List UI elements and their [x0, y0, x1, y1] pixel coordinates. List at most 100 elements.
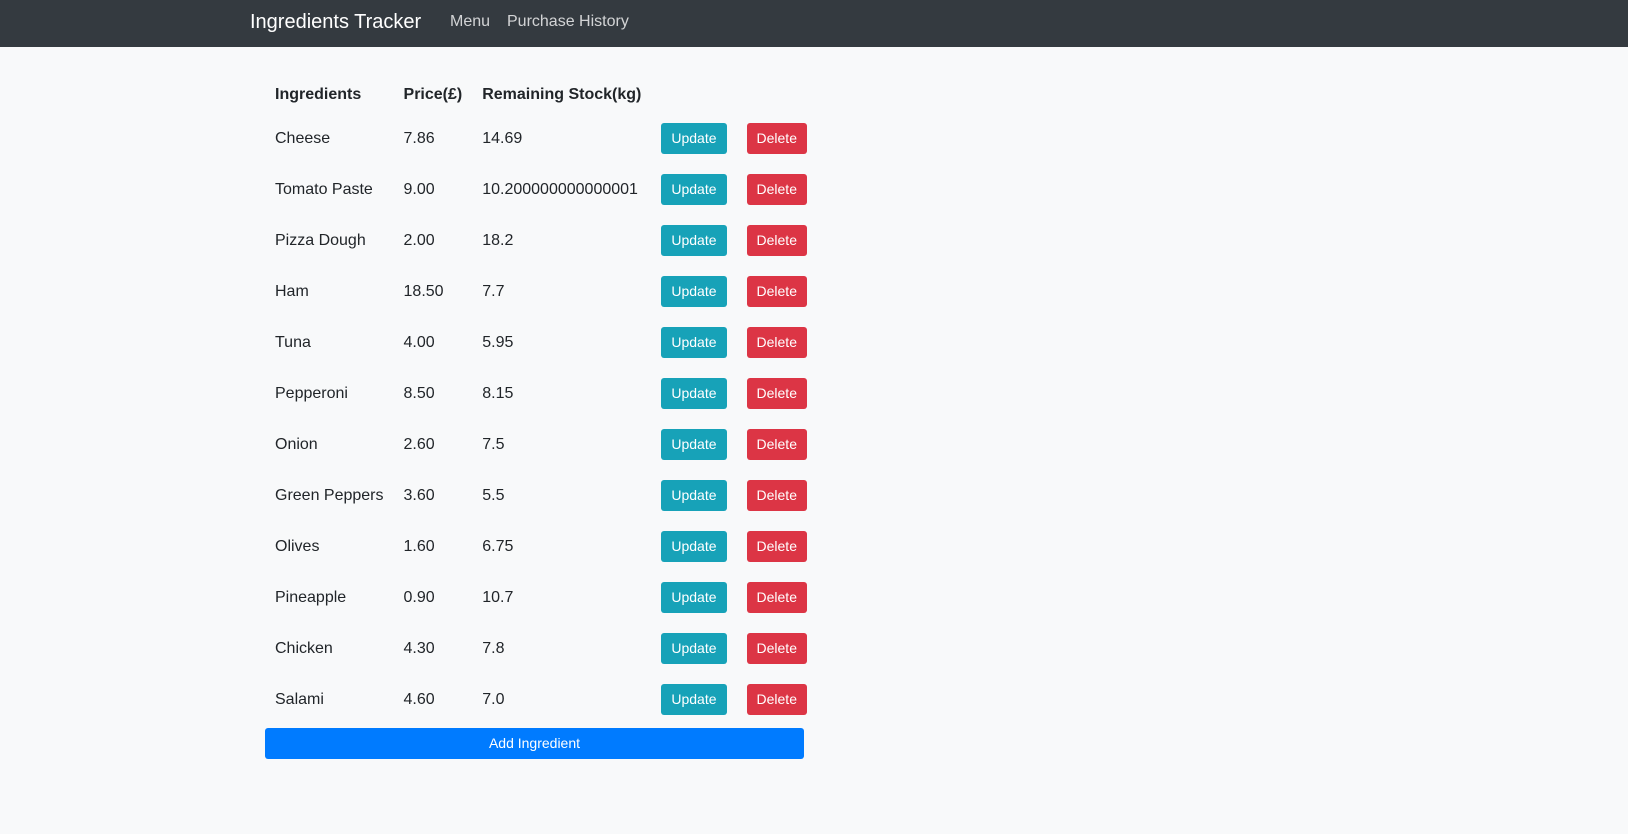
table-row: Pineapple 0.90 10.7 Update Delete: [265, 572, 817, 623]
price-cell: 4.60: [403, 690, 435, 708]
navbar: Ingredients Tracker Menu Purchase Histor…: [0, 0, 1628, 47]
delete-button[interactable]: Delete: [746, 123, 807, 154]
header-ingredients: Ingredients: [275, 86, 362, 103]
ingredient-name-cell: Tuna: [275, 333, 311, 351]
price-cell: 18.50: [403, 282, 444, 300]
delete-cell: Delete: [737, 470, 817, 521]
stock-cell: 7.0: [482, 690, 505, 708]
stock-cell: 18.2: [482, 231, 514, 249]
table-row: Ham 18.50 7.7 Update Delete: [265, 266, 817, 317]
table-row: Olives 1.60 6.75 Update Delete: [265, 521, 817, 572]
stock-cell: 7.7: [482, 282, 505, 300]
stock-cell: 7.8: [482, 639, 505, 657]
update-button[interactable]: Update: [661, 123, 727, 154]
header-update-column: [651, 77, 736, 113]
update-button[interactable]: Update: [661, 531, 727, 562]
update-button[interactable]: Update: [661, 327, 727, 358]
navbar-brand[interactable]: Ingredients Tracker: [250, 10, 421, 34]
price-cell: 2.60: [403, 435, 435, 453]
header-price: Price(£): [403, 86, 463, 103]
price-cell: 8.50: [403, 384, 435, 402]
price-cell: 4.00: [403, 333, 435, 351]
delete-cell: Delete: [737, 113, 817, 164]
stock-cell: 14.69: [482, 129, 523, 147]
stock-cell: 8.15: [482, 384, 514, 402]
update-button[interactable]: Update: [661, 174, 727, 205]
price-cell: 2.00: [403, 231, 435, 249]
table-row: Tuna 4.00 5.95 Update Delete: [265, 317, 817, 368]
delete-cell: Delete: [737, 266, 817, 317]
stock-cell: 10.200000000000001: [482, 180, 638, 198]
ingredient-name-cell: Ham: [275, 282, 309, 300]
nav-link-purchase-history[interactable]: Purchase History: [507, 12, 629, 32]
update-button[interactable]: Update: [661, 378, 727, 409]
delete-cell: Delete: [737, 521, 817, 572]
price-cell: 9.00: [403, 180, 435, 198]
header-delete-column: [737, 77, 817, 113]
update-cell: Update: [651, 317, 736, 368]
update-button[interactable]: Update: [661, 633, 727, 664]
update-button[interactable]: Update: [661, 582, 727, 613]
delete-cell: Delete: [737, 674, 817, 725]
delete-button[interactable]: Delete: [746, 633, 807, 664]
stock-cell: 7.5: [482, 435, 505, 453]
ingredient-name-cell: Chicken: [275, 639, 333, 657]
price-cell: 1.60: [403, 537, 435, 555]
delete-button[interactable]: Delete: [746, 276, 807, 307]
table-row: Tomato Paste 9.00 10.200000000000001 Update…: [265, 164, 817, 215]
update-cell: Update: [651, 572, 736, 623]
table-header-row: Ingredients Price(£) Remaining Stock(kg): [265, 77, 817, 113]
ingredient-name-cell: Olives: [275, 537, 320, 555]
add-ingredient-button[interactable]: Add Ingredient: [265, 728, 804, 759]
table-row: Pizza Dough 2.00 18.2 Update Delete: [265, 215, 817, 266]
ingredient-name-cell: Pizza Dough: [275, 231, 366, 249]
price-cell: 3.60: [403, 486, 435, 504]
delete-cell: Delete: [737, 317, 817, 368]
stock-cell: 5.5: [482, 486, 505, 504]
update-cell: Update: [651, 113, 736, 164]
ingredient-name-cell: Pepperoni: [275, 384, 348, 402]
update-button[interactable]: Update: [661, 225, 727, 256]
update-cell: Update: [651, 368, 736, 419]
stock-cell: 5.95: [482, 333, 514, 351]
update-cell: Update: [651, 521, 736, 572]
stock-cell: 10.7: [482, 588, 514, 606]
update-button[interactable]: Update: [661, 429, 727, 460]
stock-cell: 6.75: [482, 537, 514, 555]
table-row: Chicken 4.30 7.8 Update Delete: [265, 623, 817, 674]
price-cell: 0.90: [403, 588, 435, 606]
table-row: Green Peppers 3.60 5.5 Update Delete: [265, 470, 817, 521]
table-row: Cheese 7.86 14.69 Update Delete: [265, 113, 817, 164]
table-row: Salami 4.60 7.0 Update Delete: [265, 674, 817, 725]
delete-button[interactable]: Delete: [746, 225, 807, 256]
ingredient-name-cell: Tomato Paste: [275, 180, 373, 198]
ingredient-name-cell: Green Peppers: [275, 486, 384, 504]
delete-button[interactable]: Delete: [746, 378, 807, 409]
delete-button[interactable]: Delete: [746, 684, 807, 715]
update-cell: Update: [651, 164, 736, 215]
delete-button[interactable]: Delete: [746, 174, 807, 205]
nav-link-menu[interactable]: Menu: [450, 12, 490, 32]
delete-cell: Delete: [737, 623, 817, 674]
delete-button[interactable]: Delete: [746, 480, 807, 511]
update-button[interactable]: Update: [661, 276, 727, 307]
main-container: Ingredients Price(£) Remaining Stock(kg)…: [265, 47, 807, 834]
table-row: Onion 2.60 7.5 Update Delete: [265, 419, 817, 470]
update-button[interactable]: Update: [661, 480, 727, 511]
delete-button[interactable]: Delete: [746, 327, 807, 358]
ingredient-name-cell: Onion: [275, 435, 318, 453]
delete-cell: Delete: [737, 215, 817, 266]
ingredient-name-cell: Salami: [275, 690, 324, 708]
ingredients-table-body: Cheese 7.86 14.69 Update Delete Tomato Paste 9…: [265, 113, 817, 725]
delete-button[interactable]: Delete: [746, 429, 807, 460]
delete-cell: Delete: [737, 164, 817, 215]
update-button[interactable]: Update: [661, 684, 727, 715]
ingredient-name-cell: Cheese: [275, 129, 331, 147]
update-cell: Update: [651, 623, 736, 674]
table-row: Pepperoni 8.50 8.15 Update Delete: [265, 368, 817, 419]
delete-button[interactable]: Delete: [746, 531, 807, 562]
delete-button[interactable]: Delete: [746, 582, 807, 613]
price-cell: 7.86: [403, 129, 435, 147]
update-cell: Update: [651, 470, 736, 521]
update-cell: Update: [651, 419, 736, 470]
